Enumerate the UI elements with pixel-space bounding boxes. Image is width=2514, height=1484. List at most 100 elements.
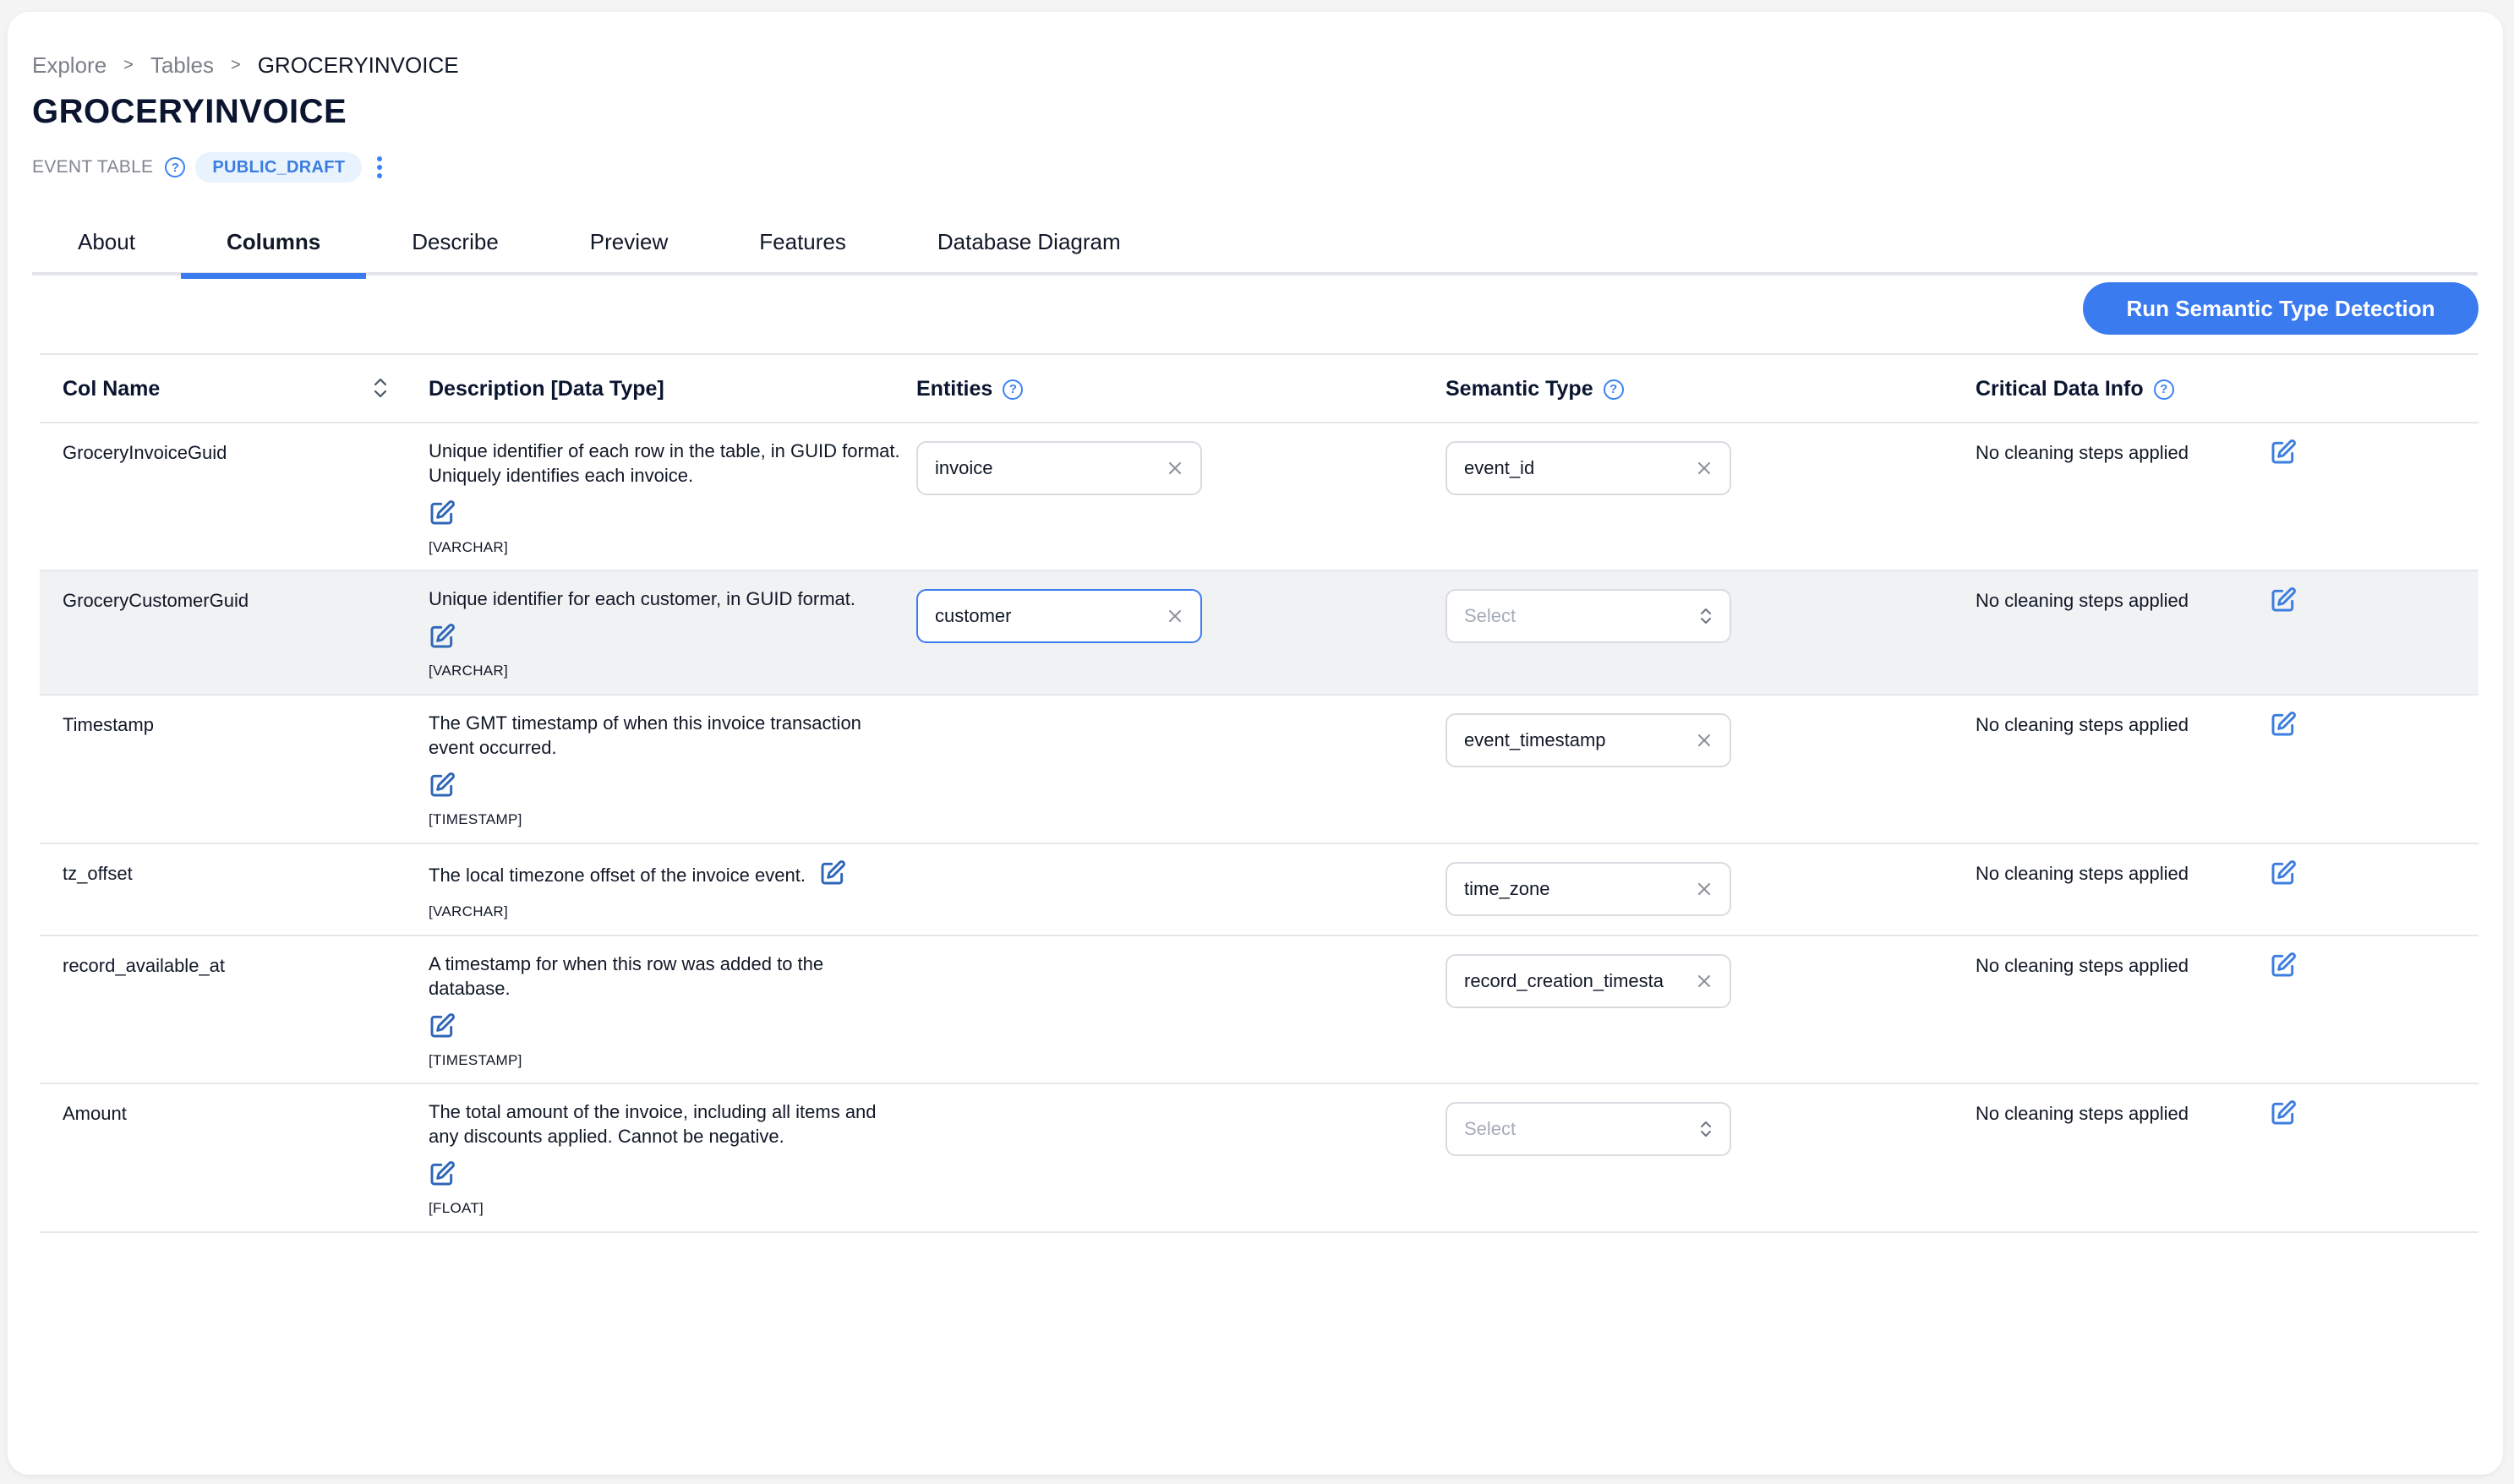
edit-critical-data-info-button[interactable] <box>2270 859 2297 891</box>
edit-critical-data-info-button[interactable] <box>2270 952 2297 983</box>
column-description: Unique identifier of each row in the tab… <box>429 439 902 559</box>
column-name: Amount <box>63 1103 127 1124</box>
page-title: GROCERYINVOICE <box>32 93 347 130</box>
data-type-label: [FLOAT] <box>429 1200 484 1216</box>
entity-value: invoice <box>935 457 993 478</box>
column-name: GroceryCustomerGuid <box>63 590 249 611</box>
breadcrumb-separator: > <box>231 56 241 74</box>
semantic-type-select[interactable]: time_zone <box>1446 862 1731 916</box>
clear-icon[interactable] <box>1696 460 1713 477</box>
entity-select[interactable]: invoice <box>916 441 1202 495</box>
critical-data-info-text: No cleaning steps applied <box>1976 442 2189 463</box>
table-row: GroceryCustomerGuid Unique identifier for… <box>40 571 2478 696</box>
edit-description-button[interactable] <box>429 499 902 532</box>
column-description: The local timezone offset of the invoice… <box>429 859 902 924</box>
column-description: The total amount of the invoice, includi… <box>429 1099 902 1220</box>
edit-description-button[interactable] <box>429 1160 902 1192</box>
critical-data-info-text: No cleaning steps applied <box>1976 955 2189 976</box>
tab-about[interactable]: About <box>32 208 181 276</box>
header-col-name[interactable]: Col Name <box>63 355 160 423</box>
table-header: Col Name Description [Data Type] Entitie… <box>40 355 2478 423</box>
data-type-label: [TIMESTAMP] <box>429 1052 522 1068</box>
clear-icon[interactable] <box>1696 732 1713 749</box>
header-semantic-type-label: Semantic Type <box>1446 377 1593 401</box>
edit-icon[interactable] <box>2270 1099 2297 1127</box>
tab-preview[interactable]: Preview <box>544 208 713 276</box>
semantic-type-value: time_zone <box>1464 878 1550 899</box>
help-icon[interactable]: ? <box>165 157 186 177</box>
breadcrumb-current: GROCERYINVOICE <box>257 52 459 78</box>
table-type-label: EVENT TABLE <box>32 157 154 177</box>
status-badge[interactable]: PUBLIC_DRAFT <box>195 152 363 183</box>
data-type-label: [VARCHAR] <box>429 903 509 919</box>
column-name: tz_offset <box>63 863 133 884</box>
edit-icon[interactable] <box>429 1160 456 1187</box>
edit-critical-data-info-button[interactable] <box>2270 711 2297 742</box>
column-name: GroceryInvoiceGuid <box>63 442 227 463</box>
run-semantic-type-detection-button[interactable]: Run Semantic Type Detection <box>2083 282 2478 335</box>
header-critical-data-info: Critical Data Info ? <box>1976 355 2174 423</box>
tab-columns[interactable]: Columns <box>180 208 367 279</box>
header-col-name-label: Col Name <box>63 377 161 401</box>
tab-features[interactable]: Features <box>713 208 892 276</box>
help-icon[interactable]: ? <box>1603 379 1624 400</box>
column-description: The GMT timestamp of when this invoice t… <box>429 711 902 832</box>
semantic-type-select[interactable]: event_timestamp <box>1446 713 1731 767</box>
clear-icon[interactable] <box>1167 608 1183 625</box>
edit-description-button[interactable] <box>429 623 902 655</box>
chevron-up-down-icon <box>1699 606 1713 626</box>
data-type-label: [VARCHAR] <box>429 663 509 679</box>
clear-icon[interactable] <box>1696 973 1713 990</box>
edit-critical-data-info-button[interactable] <box>2270 1099 2297 1131</box>
column-name: record_available_at <box>63 955 226 976</box>
entity-select[interactable]: customer <box>916 589 1202 643</box>
tab-describe[interactable]: Describe <box>366 208 544 276</box>
clear-icon[interactable] <box>1696 881 1713 897</box>
description-text: A timestamp for when this row was added … <box>429 953 824 999</box>
semantic-type-value: event_id <box>1464 457 1535 478</box>
help-icon[interactable]: ? <box>2153 379 2174 400</box>
tab-database-diagram[interactable]: Database Diagram <box>892 208 1167 276</box>
table-row: tz_offset The local timezone offset of th… <box>40 844 2478 936</box>
critical-data-info-text: No cleaning steps applied <box>1976 714 2189 735</box>
semantic-type-placeholder: Select <box>1464 605 1517 626</box>
description-text: The total amount of the invoice, includi… <box>429 1101 877 1147</box>
data-type-label: [TIMESTAMP] <box>429 811 522 827</box>
semantic-type-select[interactable]: Select <box>1446 589 1731 643</box>
sort-icon[interactable] <box>372 375 389 401</box>
edit-icon[interactable] <box>429 499 456 526</box>
table-row: Timestamp The GMT timestamp of when this … <box>40 696 2478 844</box>
breadcrumb: Explore > Tables > GROCERYINVOICE <box>32 52 459 79</box>
semantic-type-value: record_creation_timesta <box>1464 970 1664 991</box>
edit-critical-data-info-button[interactable] <box>2270 439 2297 470</box>
edit-icon[interactable] <box>429 772 456 799</box>
edit-icon[interactable] <box>2270 711 2297 738</box>
tab-bar: About Columns Describe Preview Features … <box>32 208 2478 279</box>
edit-critical-data-info-button[interactable] <box>2270 587 2297 618</box>
help-icon[interactable]: ? <box>1003 379 1024 400</box>
edit-icon[interactable] <box>819 859 846 887</box>
table-body: GroceryInvoiceGuid Unique identifier of e… <box>40 423 2478 1233</box>
edit-icon[interactable] <box>2270 587 2297 614</box>
edit-icon[interactable] <box>429 623 456 650</box>
semantic-type-select[interactable]: Select <box>1446 1102 1731 1156</box>
more-options-icon[interactable] <box>374 155 385 180</box>
edit-description-button[interactable] <box>819 859 846 892</box>
edit-icon[interactable] <box>2270 952 2297 979</box>
edit-description-button[interactable] <box>429 772 902 804</box>
critical-data-info-text: No cleaning steps applied <box>1976 1103 2189 1124</box>
edit-icon[interactable] <box>2270 439 2297 466</box>
header-description: Description [Data Type] <box>429 355 664 423</box>
semantic-type-select[interactable]: record_creation_timesta <box>1446 954 1731 1008</box>
chevron-up-down-icon <box>1699 1119 1713 1139</box>
description-text: Unique identifier of each row in the tab… <box>429 440 900 486</box>
edit-description-button[interactable] <box>429 1012 902 1045</box>
edit-icon[interactable] <box>429 1012 456 1039</box>
header-entities-label: Entities <box>916 377 993 401</box>
breadcrumb-tables[interactable]: Tables <box>150 52 214 79</box>
critical-data-info-text: No cleaning steps applied <box>1976 863 2189 884</box>
breadcrumb-explore[interactable]: Explore <box>32 52 107 79</box>
clear-icon[interactable] <box>1167 460 1183 477</box>
semantic-type-select[interactable]: event_id <box>1446 441 1731 495</box>
edit-icon[interactable] <box>2270 859 2297 887</box>
